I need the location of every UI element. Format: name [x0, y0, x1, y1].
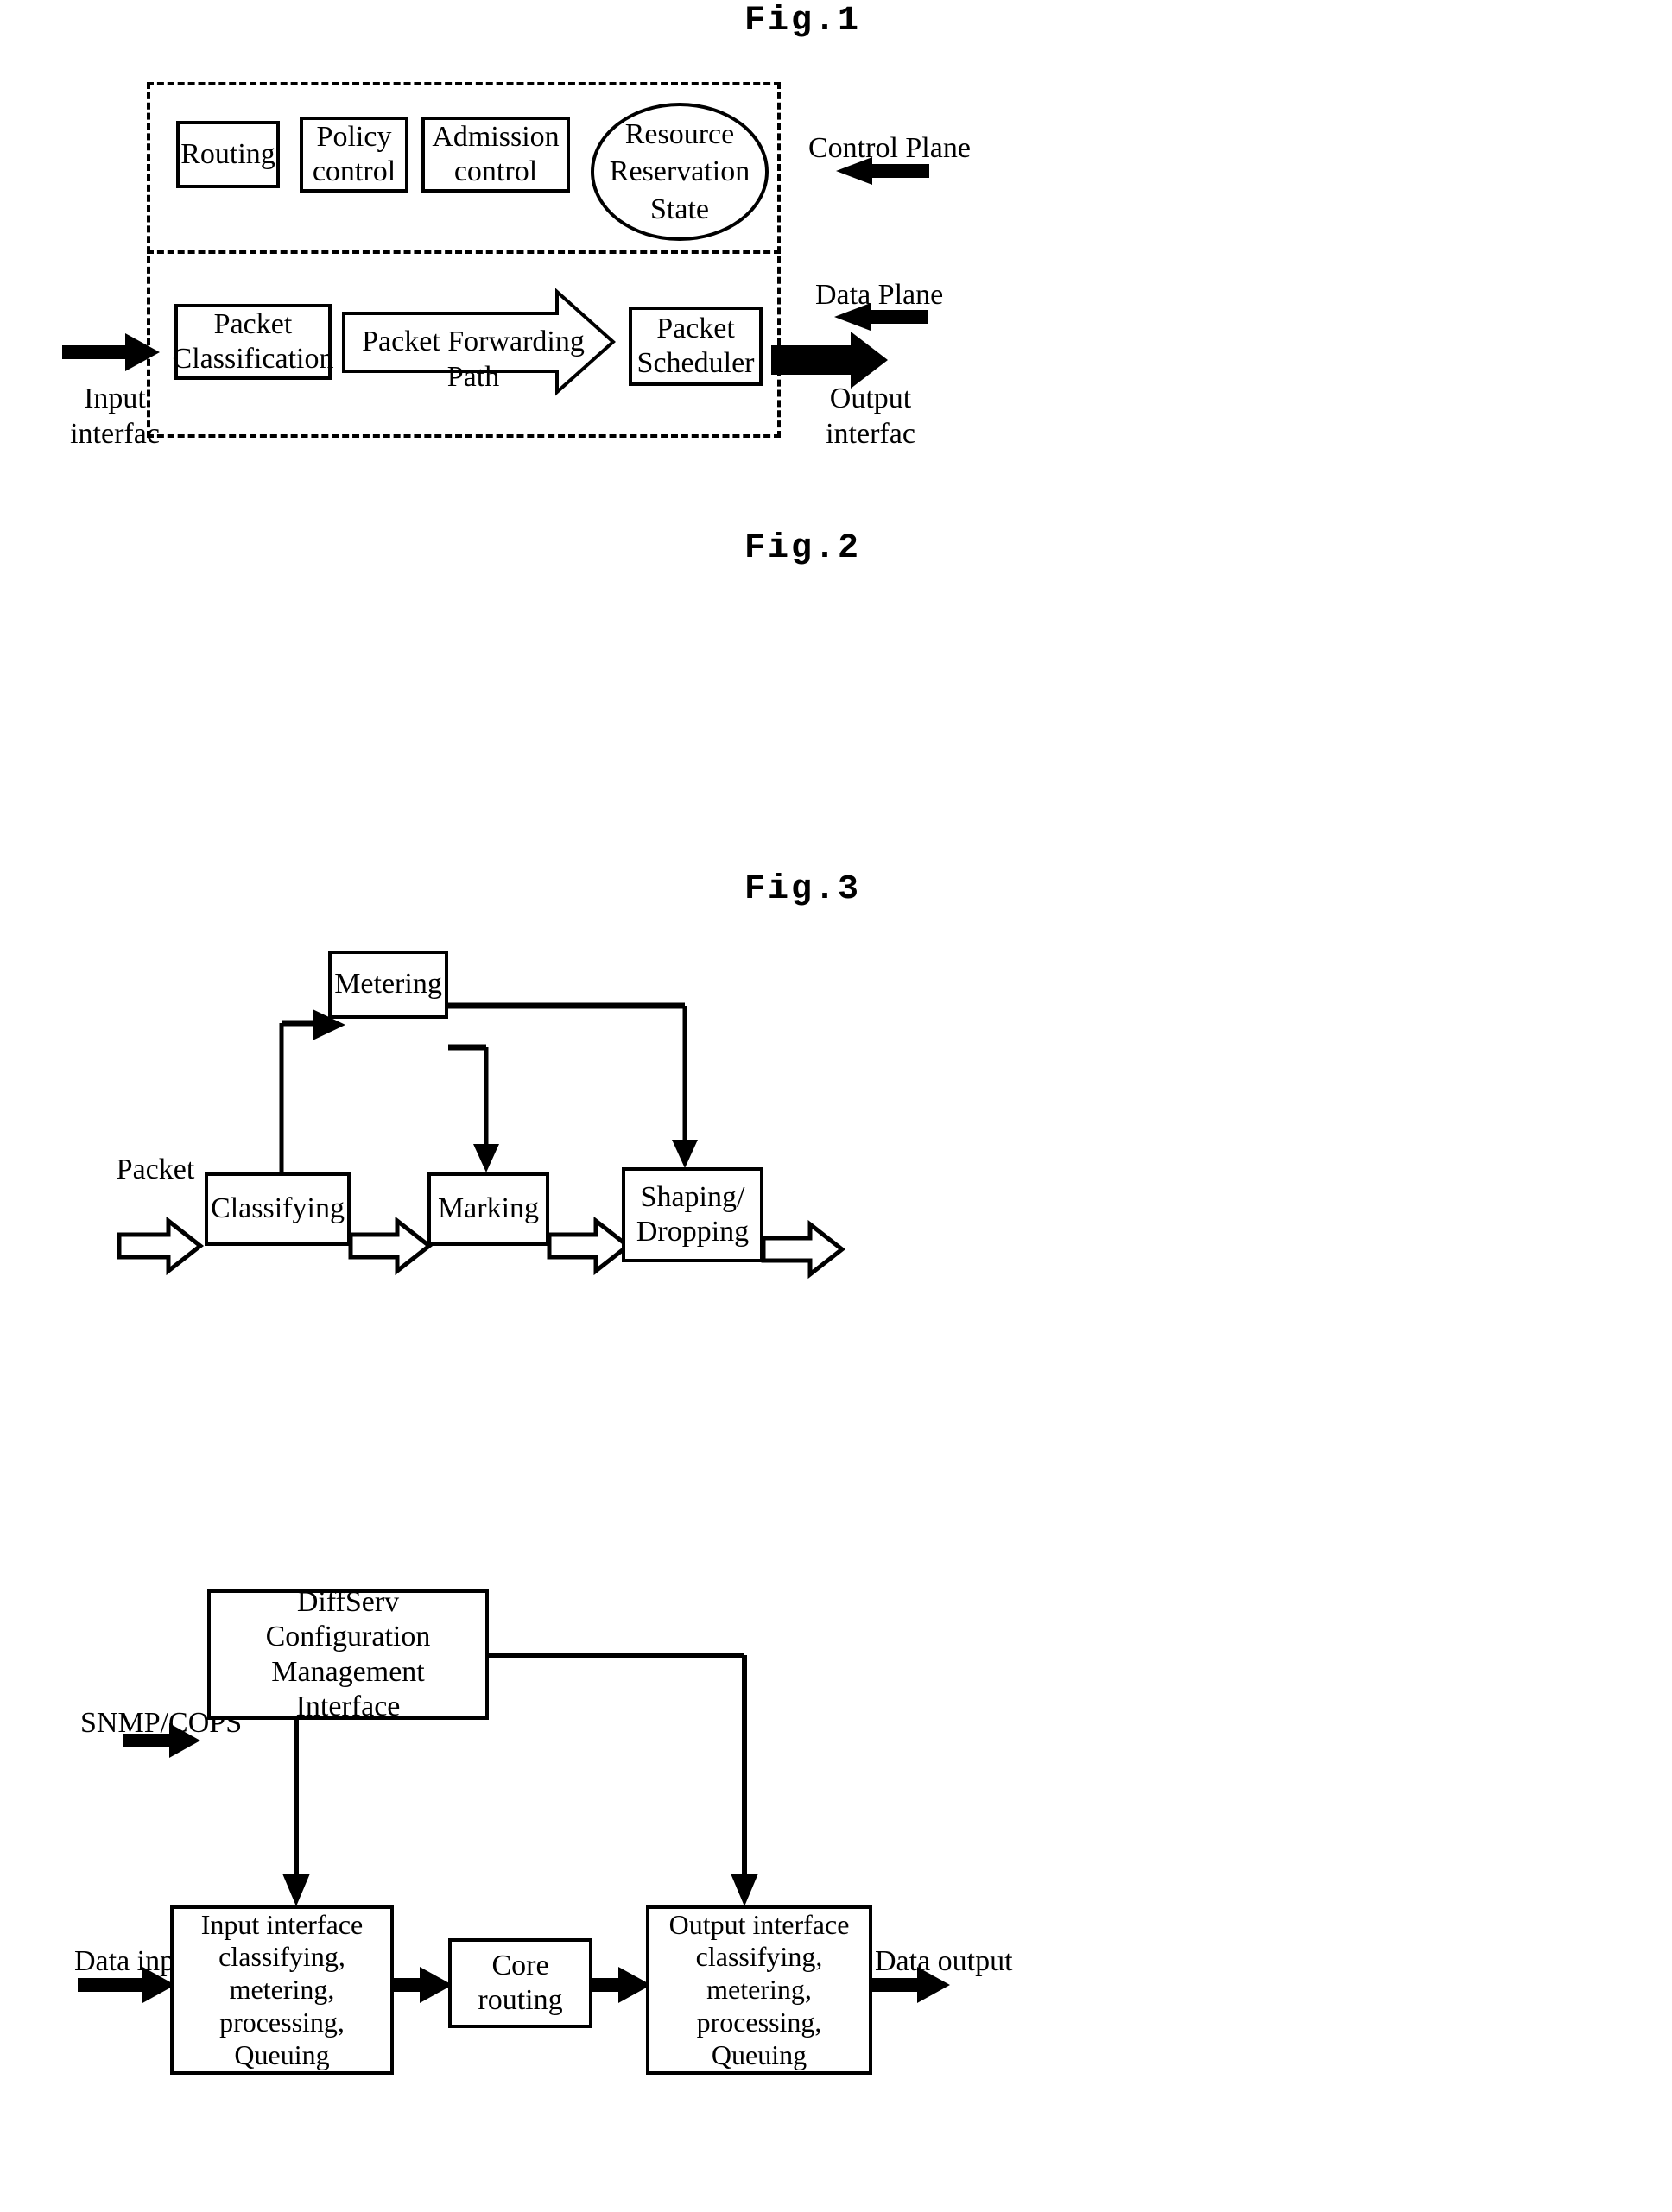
fig1-plane-divider	[147, 250, 781, 254]
fig2-arrowheads	[313, 1009, 698, 1172]
fig2-classifying-box[interactable]: Classifying	[205, 1172, 351, 1246]
fig1-resource-reservation-state-ellipse[interactable]: Resource Reservation State	[591, 103, 769, 241]
fig1-policy-control-box[interactable]: Policy control	[300, 117, 408, 193]
fig1-packet-forwarding-path-label: Packet Forwarding Path	[362, 325, 585, 393]
fig1-routing-label: Routing	[180, 137, 276, 170]
fig1-packet-scheduler-label: Packet Scheduler	[636, 312, 755, 379]
fig3-arrowheads	[282, 1874, 758, 1906]
fig3-core-routing-label: Core routing	[478, 1949, 563, 2016]
fig1-packet-scheduler-box[interactable]: Packet Scheduler	[629, 307, 763, 386]
fig2-packet-label: Packet	[116, 1153, 195, 1185]
fig1-routing-box[interactable]: Routing	[176, 121, 280, 188]
fig3-input-interface-box[interactable]: Input interface classifying, metering, p…	[170, 1905, 394, 2075]
fig2-classifying-label: Classifying	[211, 1192, 345, 1225]
fig1-resource-reservation-state-label: Resource Reservation State	[609, 117, 750, 225]
fig2-shaping-dropping-box[interactable]: Shaping/ Dropping	[622, 1167, 763, 1262]
fig3-output-interface-box[interactable]: Output interface classifying, metering, …	[646, 1905, 872, 2075]
fig2-marking-label: Marking	[437, 1192, 540, 1225]
fig2-marking-box[interactable]: Marking	[428, 1172, 549, 1246]
fig1-policy-control-label: Policy control	[312, 120, 396, 187]
fig1-output-interface-label: Output interfac	[826, 382, 915, 450]
fig1-admission-control-label: Admission control	[432, 120, 560, 187]
fig1-data-plane-label: Data Plane	[815, 279, 944, 311]
fig3-diffserv-label: DiffServ Configuration Management Interf…	[265, 1586, 431, 1722]
fig1-control-plane-label: Control Plane	[808, 132, 971, 164]
fig3-core-routing-box[interactable]: Core routing	[448, 1938, 592, 2028]
fig1-input-arrow	[62, 333, 160, 371]
fig2-shaping-dropping-label: Shaping/ Dropping	[636, 1180, 750, 1248]
fig2-metering-box[interactable]: Metering	[328, 951, 448, 1019]
fig2-title: Fig.2	[744, 529, 862, 568]
fig1-packet-classification-label: Packet Classification	[172, 307, 334, 375]
fig1-output-arrow	[771, 332, 888, 389]
fig1-title: Fig.1	[744, 2, 862, 41]
fig3-title: Fig.3	[744, 870, 862, 909]
fig1-packet-classification-box[interactable]: Packet Classification	[172, 304, 334, 380]
fig2-metering-label: Metering	[334, 968, 442, 1001]
fig3-input-interface-label: Input interface classifying, metering, p…	[200, 1908, 364, 2070]
fig3-output-interface-label: Output interface classifying, metering, …	[668, 1908, 850, 2070]
fig3-data-output-label: Data output	[875, 1945, 1013, 1977]
fig1-admission-control-box[interactable]: Admission control	[421, 117, 570, 193]
fig1-input-interface-label: Input interfac	[70, 382, 160, 450]
fig3-diffserv-box[interactable]: DiffServ Configuration Management Interf…	[207, 1586, 489, 1722]
